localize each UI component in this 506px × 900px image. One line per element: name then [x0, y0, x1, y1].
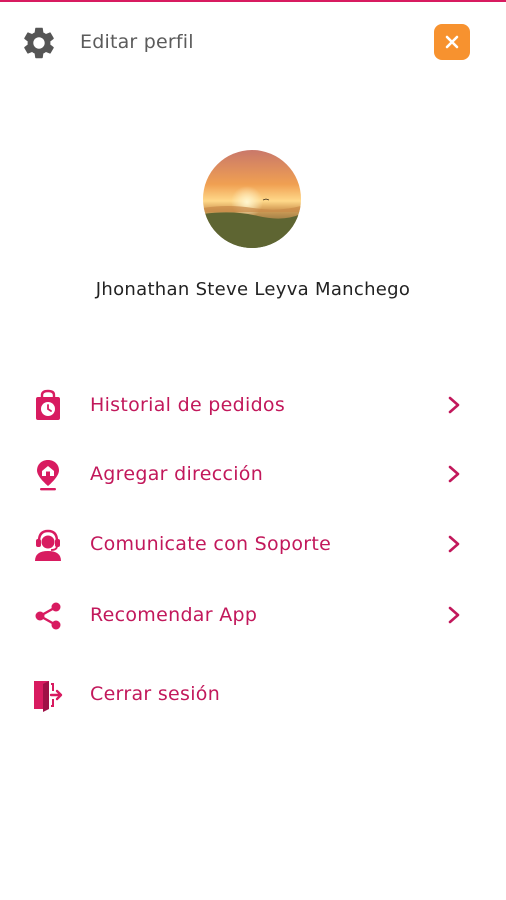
menu-item-add-address[interactable]: Agregar dirección	[0, 446, 506, 502]
menu-item-order-history[interactable]: Historial de pedidos	[0, 377, 506, 433]
chevron-right-icon	[444, 604, 464, 626]
close-button[interactable]	[434, 24, 470, 60]
menu-item-contact-support[interactable]: Comunicate con Soporte	[0, 516, 506, 572]
menu-item-recommend-app[interactable]: Recomendar App	[0, 587, 506, 643]
menu-item-label: Historial de pedidos	[90, 394, 286, 416]
chevron-right-icon	[444, 463, 464, 485]
share-icon	[31, 599, 65, 633]
home-pin-icon	[31, 458, 65, 492]
user-name: Jhonathan Steve Leyva Manchego	[95, 279, 411, 300]
chevron-right-icon	[444, 533, 464, 555]
logout-icon	[31, 678, 65, 712]
menu-item-label: Recomendar App	[90, 604, 258, 626]
shopping-bag-clock-icon	[31, 389, 65, 423]
gear-icon[interactable]	[20, 24, 58, 62]
support-agent-icon	[31, 528, 65, 562]
edit-profile-link[interactable]: Editar perfil	[80, 31, 194, 53]
logout-button[interactable]: Cerrar sesión	[0, 666, 506, 722]
menu-item-label: Comunicate con Soporte	[90, 533, 332, 555]
avatar[interactable]	[203, 150, 301, 248]
close-icon	[445, 35, 459, 49]
header: Editar perfil	[0, 0, 506, 86]
logout-label: Cerrar sesión	[90, 683, 221, 705]
chevron-right-icon	[444, 394, 464, 416]
menu-item-label: Agregar dirección	[90, 463, 264, 485]
